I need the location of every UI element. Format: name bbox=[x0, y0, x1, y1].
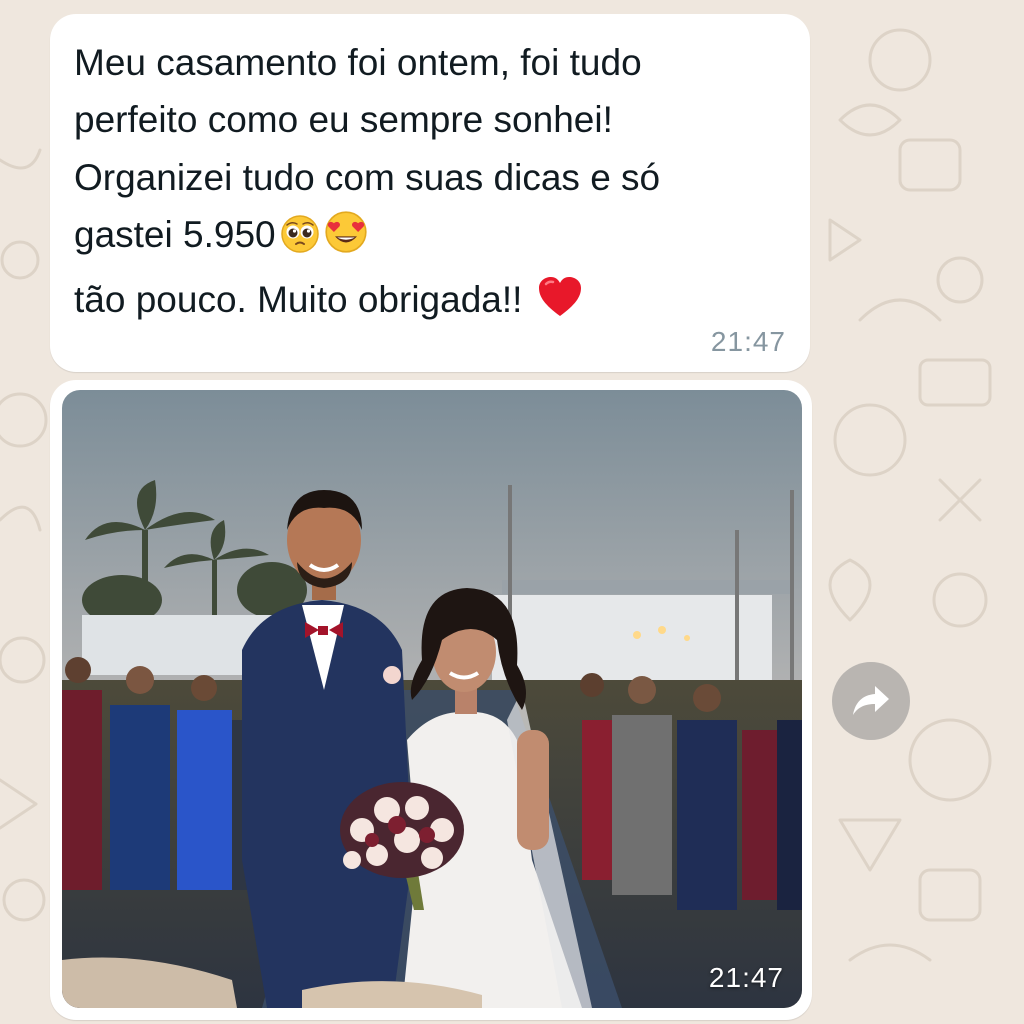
message-line: Organizei tudo com suas dicas e só bbox=[74, 156, 661, 198]
image-message-bubble[interactable]: 21:47 bbox=[50, 380, 812, 1020]
pleading-face-emoji bbox=[280, 213, 320, 270]
message-line: gastei 5.950 bbox=[74, 214, 276, 256]
photo-timestamp: 21:47 bbox=[708, 962, 784, 993]
forward-arrow-icon bbox=[853, 686, 889, 715]
message-line: tão pouco. Muito obrigada!! bbox=[74, 278, 523, 320]
message-timestamp: 21:47 bbox=[710, 326, 786, 357]
message-text: Meu casamento foi ontem, foi tudo perfei… bbox=[74, 34, 764, 335]
forward-button[interactable] bbox=[832, 662, 910, 740]
text-message-bubble[interactable]: Meu casamento foi ontem, foi tudo perfei… bbox=[50, 14, 810, 372]
message-line: perfeito como eu sempre sonhei! bbox=[74, 99, 613, 141]
red-heart-emoji bbox=[537, 275, 583, 335]
heart-eyes-emoji bbox=[324, 210, 368, 270]
wedding-photo[interactable]: 21:47 bbox=[62, 390, 802, 1008]
message-line: Meu casamento foi ontem, foi tudo bbox=[74, 42, 642, 83]
